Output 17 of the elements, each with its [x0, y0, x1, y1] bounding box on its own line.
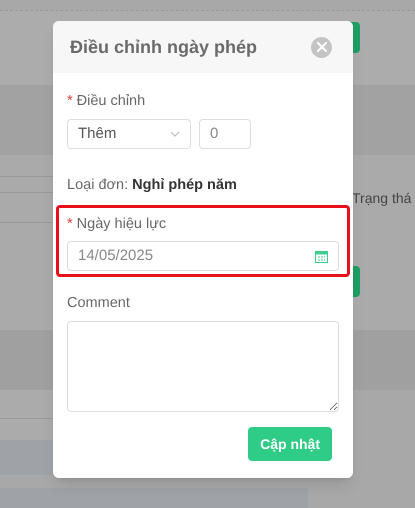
date-field[interactable]: 14/05/2025 — [67, 241, 339, 272]
leave-type-text: Loại đơn: Nghỉ phép năm — [67, 176, 238, 195]
field-label: Điều chỉnh — [76, 92, 146, 111]
close-icon — [316, 42, 326, 52]
required-mark: * — [67, 92, 73, 111]
type-select[interactable]: Thêm — [67, 118, 191, 149]
dialog-title: Điều chỉnh ngày phép — [70, 36, 258, 59]
close-button[interactable] — [311, 36, 332, 58]
amount-field[interactable]: 0 — [199, 118, 251, 149]
required-mark: * — [67, 214, 73, 234]
field-label: Comment — [67, 294, 130, 314]
column-label: Trạng thá — [352, 189, 412, 208]
calendar-icon — [315, 250, 328, 263]
field-label: Ngày hiệu lực — [76, 214, 166, 234]
update-button[interactable]: Cập nhật — [248, 427, 332, 461]
comment-field[interactable] — [67, 321, 339, 412]
chevron-down-icon — [170, 130, 180, 137]
